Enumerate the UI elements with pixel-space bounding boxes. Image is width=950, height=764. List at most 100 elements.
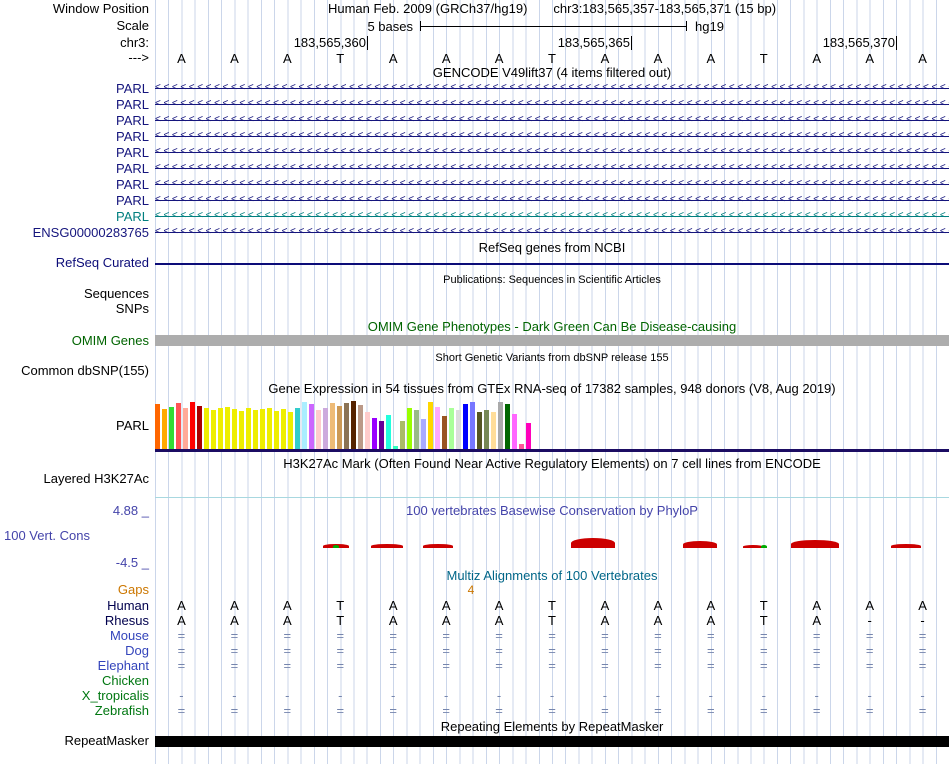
species-label[interactable]: Chicken [0,674,149,688]
alignment-base: T [548,613,556,628]
phylop-conservation-plot[interactable] [155,532,949,548]
gtex-tissue-bar [330,403,335,449]
alignment-row[interactable]: = = = = = = = = = = = = = = = [155,703,949,718]
dna-sequence-row: AAATAAATAAATAAA [155,51,949,66]
base-letter: A [230,51,239,66]
gene-item-label[interactable]: PARL [0,194,149,208]
alignment-base: A [706,613,716,628]
alignment-base: A [494,613,504,628]
alignment-base: = [495,643,503,658]
ucsc-genome-browser: Window Position Scale chr3: ---> RefSeq … [0,0,950,764]
gene-item-label[interactable]: PARL [0,162,149,176]
repeatmasker-item[interactable] [155,736,949,747]
alignment-base: = [601,658,609,673]
scale-label: Scale [116,18,149,33]
gene-item[interactable]: <<<<<<<<<<<<<<<<<<<<<<<<<<<<<<<<<<<<<<<<… [155,224,949,240]
species-label[interactable]: Human [0,599,149,613]
species-label[interactable]: X_tropicalis [0,689,149,703]
gene-item[interactable]: <<<<<<<<<<<<<<<<<<<<<<<<<<<<<<<<<<<<<<<<… [155,176,949,192]
phylop-track-title[interactable]: 100 vertebrates Basewise Conservation by… [155,504,949,518]
gene-item-label[interactable]: PARL [0,178,149,192]
dbsnp-track-label[interactable]: Common dbSNP(155) [0,364,149,378]
repeatmasker-track-title[interactable]: Repeating Elements by RepeatMasker [155,720,949,734]
gene-item[interactable]: <<<<<<<<<<<<<<<<<<<<<<<<<<<<<<<<<<<<<<<<… [155,160,949,176]
repeatmasker-track-label[interactable]: RepeatMasker [0,734,149,748]
gtex-baseline [155,449,949,452]
alignment-base: = [230,658,239,673]
species-label[interactable]: Zebrafish [0,704,149,718]
dbsnp-track-title[interactable]: Short Genetic Variants from dbSNP releas… [155,351,949,365]
base-letter: T [336,51,345,66]
omim-track-label[interactable]: OMIM Genes [0,334,149,348]
alignment-row[interactable]: --------------- [155,688,949,703]
publications-track-title[interactable]: Publications: Sequences in Scientific Ar… [155,273,949,287]
alignment-base: A [388,598,398,613]
gtex-bar-chart[interactable] [155,395,949,449]
gene-item-label[interactable]: ENSG00000283765 [0,226,149,240]
position-title: chr3:183,565,357-183,565,371 (15 bp) [553,1,777,16]
gene-item-label[interactable]: PARL [0,114,149,128]
alignment-base: A [600,613,610,628]
alignment-base: = [548,703,556,718]
gtex-tissue-bar [260,409,265,449]
alignment-base: = [707,643,715,658]
conservation-peak [743,545,763,548]
alignment-row[interactable]: = = = = = = = = = = = = = = = [155,658,949,673]
refseq-track-label[interactable]: RefSeq Curated [0,256,149,270]
alignment-base: A [653,613,663,628]
alignment-base: A [600,598,610,613]
h3k27ac-signal-line[interactable] [155,497,949,498]
phylop-track-label[interactable]: 100 Vert. Cons [0,529,90,543]
species-label[interactable]: Elephant [0,659,149,673]
refseq-curated-item[interactable] [155,263,949,265]
gene-item-label[interactable]: PARL [0,146,149,160]
gene-item-label[interactable]: PARL [0,82,149,96]
gtex-tissue-bar [379,421,384,449]
omim-track-title[interactable]: OMIM Gene Phenotypes - Dark Green Can Be… [155,320,949,334]
alignment-row[interactable]: AAATAAATAAATA-- [155,613,949,628]
alignment-row[interactable]: = = = = = = = = = = = = = = = [155,643,949,658]
gtex-tissue-bar [323,408,328,449]
gene-item[interactable]: <<<<<<<<<<<<<<<<<<<<<<<<<<<<<<<<<<<<<<<<… [155,208,949,224]
alignment-base: A [865,598,874,613]
track-display-area[interactable]: Human Feb. 2009 (GRCh37/hg19) chr3:183,5… [155,0,949,764]
gene-item-label[interactable]: PARL [0,98,149,112]
alignment-base: = [759,658,768,673]
alignment-base: - [285,688,290,703]
gene-item[interactable]: <<<<<<<<<<<<<<<<<<<<<<<<<<<<<<<<<<<<<<<<… [155,96,949,112]
multiz-track-title[interactable]: Multiz Alignments of 100 Vertebrates [155,569,949,583]
alignment-base: = [865,628,874,643]
alignment-base [314,673,367,688]
alignment-base: - [496,688,502,703]
alignment-row[interactable]: = = = = = = = = = = = = = = = [155,628,949,643]
h3k27ac-track-title[interactable]: H3K27Ac Mark (Often Found Near Active Re… [155,457,949,471]
alignment-base: T [336,598,345,613]
omim-gene-item[interactable] [155,335,949,346]
snps-track-label[interactable]: SNPs [0,302,149,316]
gencode-track-title[interactable]: GENCODE V49lift37 (4 items filtered out) [155,66,949,80]
alignment-base: - [232,688,237,703]
gene-item[interactable]: <<<<<<<<<<<<<<<<<<<<<<<<<<<<<<<<<<<<<<<<… [155,80,949,96]
gene-item[interactable]: <<<<<<<<<<<<<<<<<<<<<<<<<<<<<<<<<<<<<<<<… [155,144,949,160]
scale-assembly: hg19 [695,19,724,34]
species-label[interactable]: Mouse [0,629,149,643]
gene-item-label[interactable]: PARL [0,130,149,144]
species-label[interactable]: Dog [0,644,149,658]
gaps-row-label[interactable]: Gaps [0,583,149,597]
gene-item[interactable]: <<<<<<<<<<<<<<<<<<<<<<<<<<<<<<<<<<<<<<<<… [155,112,949,128]
sequences-track-label[interactable]: Sequences [0,287,149,301]
alignment-row[interactable] [155,673,949,688]
refseq-track-title[interactable]: RefSeq genes from NCBI [155,241,949,255]
alignment-base: = [548,643,556,658]
alignment-base: = [812,628,821,643]
alignment-row[interactable]: AAATAAATAAATAAA [155,598,949,613]
gtex-gene-label[interactable]: PARL [0,419,149,433]
scale-value: 5 bases [367,19,413,34]
gene-item[interactable]: <<<<<<<<<<<<<<<<<<<<<<<<<<<<<<<<<<<<<<<<… [155,192,949,208]
gene-item[interactable]: <<<<<<<<<<<<<<<<<<<<<<<<<<<<<<<<<<<<<<<<… [155,128,949,144]
species-label[interactable]: Rhesus [0,614,149,628]
h3k27ac-track-label[interactable]: Layered H3K27Ac [0,472,149,486]
alignment-base [579,673,632,688]
gene-item-label[interactable]: PARL [0,210,149,224]
gtex-track-title[interactable]: Gene Expression in 54 tissues from GTEx … [155,382,949,396]
